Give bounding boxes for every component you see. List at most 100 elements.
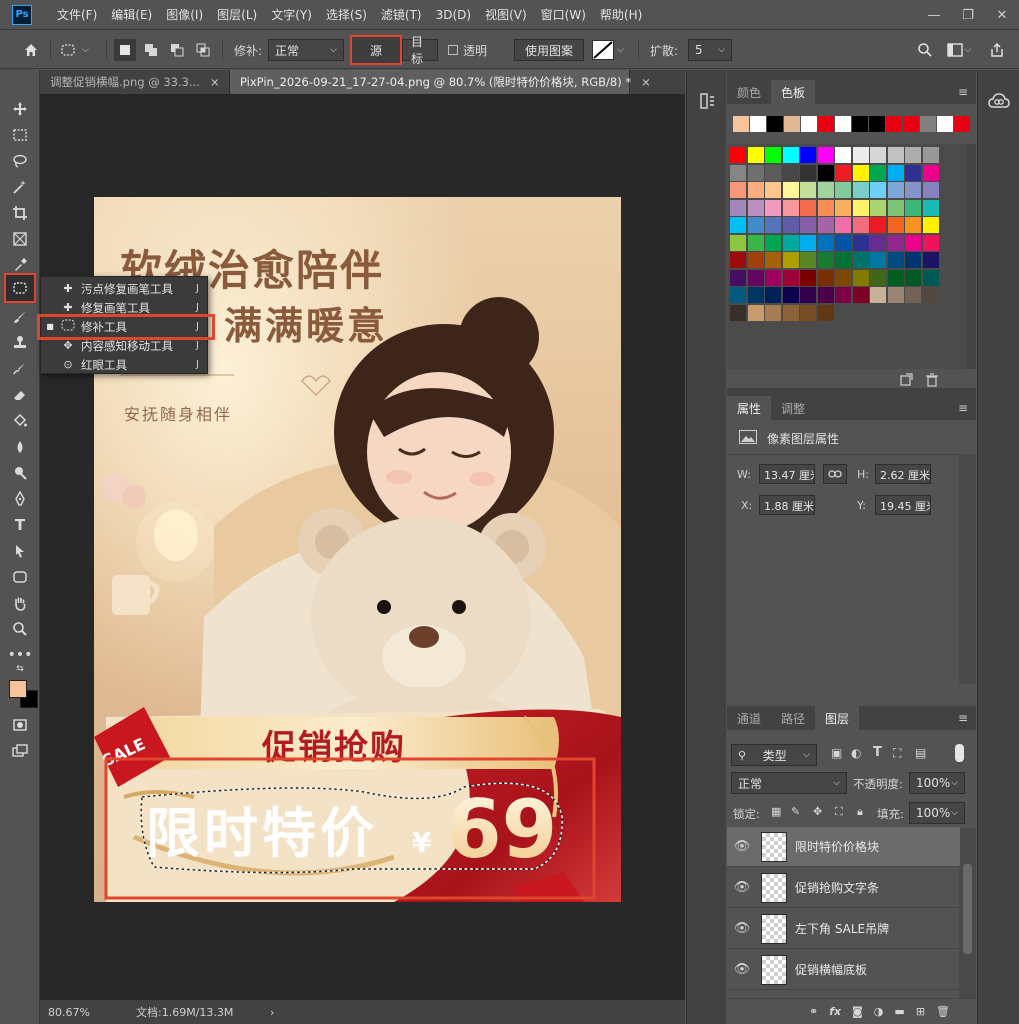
color-swatch[interactable] bbox=[765, 199, 781, 216]
recent-swatch[interactable] bbox=[920, 116, 936, 132]
color-swatch[interactable] bbox=[922, 217, 939, 233]
color-swatch[interactable] bbox=[730, 164, 746, 181]
color-swatch[interactable] bbox=[782, 217, 799, 233]
color-swatch[interactable] bbox=[782, 199, 799, 216]
color-swatch[interactable] bbox=[922, 147, 939, 163]
foreground-color-swatch[interactable] bbox=[9, 680, 27, 698]
color-swatch[interactable] bbox=[747, 164, 764, 181]
color-swatch[interactable] bbox=[800, 304, 816, 321]
color-swatch[interactable] bbox=[782, 304, 799, 321]
color-swatch[interactable] bbox=[782, 164, 799, 181]
color-swatch[interactable] bbox=[765, 164, 781, 181]
color-swatch[interactable] bbox=[852, 199, 869, 216]
color-swatch[interactable] bbox=[870, 252, 886, 268]
brush-tool-icon[interactable] bbox=[8, 306, 32, 328]
color-swatch[interactable] bbox=[817, 164, 834, 181]
color-swatch[interactable] bbox=[922, 199, 939, 216]
color-swatch[interactable] bbox=[817, 147, 834, 163]
recent-swatch[interactable] bbox=[733, 116, 749, 132]
color-swatch[interactable] bbox=[817, 287, 834, 303]
lock-move-icon[interactable]: ✥ bbox=[813, 805, 822, 818]
lasso-tool-icon[interactable] bbox=[8, 150, 32, 172]
color-swatch[interactable] bbox=[730, 234, 746, 251]
patch-mode-select[interactable]: 正常 ⌵ bbox=[268, 39, 344, 61]
history-panel-icon[interactable] bbox=[699, 92, 717, 110]
color-swatch[interactable] bbox=[887, 252, 904, 268]
color-swatch[interactable] bbox=[887, 217, 904, 233]
swatch-scrollbar[interactable] bbox=[967, 144, 976, 369]
color-swatch[interactable] bbox=[765, 147, 781, 163]
properties-scrollbar[interactable] bbox=[959, 454, 976, 684]
color-swatch[interactable] bbox=[905, 217, 921, 233]
eye-icon[interactable]: 👁︎ bbox=[727, 839, 757, 854]
color-swatch[interactable] bbox=[905, 287, 921, 303]
filter-toggle[interactable] bbox=[955, 744, 964, 762]
menu-filter[interactable]: 滤镜(T) bbox=[374, 6, 429, 23]
color-swatch[interactable] bbox=[747, 147, 764, 163]
creative-cloud-icon[interactable] bbox=[988, 92, 1010, 110]
color-swatch[interactable] bbox=[765, 252, 781, 268]
lock-transparency-icon[interactable]: ▦ bbox=[771, 805, 781, 818]
swap-colors-icon[interactable]: ⇆ bbox=[8, 662, 32, 676]
share-icon[interactable] bbox=[986, 39, 1008, 61]
color-swatch[interactable] bbox=[922, 269, 939, 286]
color-swatch[interactable] bbox=[835, 287, 851, 303]
flyout-item-red-eye[interactable]: ⊙ 红眼工具 J bbox=[41, 355, 207, 374]
color-swatch[interactable] bbox=[800, 147, 816, 163]
minimize-icon[interactable]: — bbox=[917, 0, 951, 30]
recent-swatch[interactable] bbox=[750, 116, 766, 132]
color-swatch[interactable] bbox=[835, 234, 851, 251]
color-swatch[interactable] bbox=[870, 234, 886, 251]
color-swatch[interactable] bbox=[870, 287, 886, 303]
tab-paths[interactable]: 路径 bbox=[771, 706, 815, 730]
color-swatch[interactable] bbox=[905, 182, 921, 198]
close-icon[interactable]: × bbox=[641, 75, 651, 89]
color-swatch[interactable] bbox=[887, 269, 904, 286]
color-swatch[interactable] bbox=[747, 269, 764, 286]
color-swatch[interactable] bbox=[800, 164, 816, 181]
color-swatch[interactable] bbox=[852, 182, 869, 198]
color-swatch[interactable] bbox=[747, 182, 764, 198]
color-swatch[interactable] bbox=[852, 234, 869, 251]
color-swatch[interactable] bbox=[800, 234, 816, 251]
recent-swatch[interactable] bbox=[767, 116, 783, 132]
eye-icon[interactable]: 👁︎ bbox=[727, 880, 757, 895]
blur-tool-icon[interactable] bbox=[8, 436, 32, 458]
color-swatch[interactable] bbox=[817, 182, 834, 198]
eraser-icon[interactable] bbox=[8, 384, 32, 406]
color-swatch[interactable] bbox=[782, 182, 799, 198]
color-swatch[interactable] bbox=[835, 252, 851, 268]
close-icon[interactable]: × bbox=[210, 75, 220, 89]
eye-icon[interactable]: 👁︎ bbox=[727, 921, 757, 936]
y-field[interactable]: 19.45 厘米 bbox=[875, 495, 931, 515]
color-swatch[interactable] bbox=[835, 182, 851, 198]
link-layers-icon[interactable]: ⚭ bbox=[809, 1005, 818, 1018]
color-swatch[interactable] bbox=[765, 182, 781, 198]
color-swatch[interactable] bbox=[922, 182, 939, 198]
paint-bucket-icon[interactable] bbox=[8, 410, 32, 432]
use-pattern-button[interactable]: 使用图案 bbox=[514, 39, 584, 61]
color-swatch[interactable] bbox=[800, 199, 816, 216]
intersect-selection-button[interactable] bbox=[192, 39, 214, 61]
color-swatch[interactable] bbox=[817, 252, 834, 268]
menu-layer[interactable]: 图层(L) bbox=[210, 6, 264, 23]
color-swatch[interactable] bbox=[817, 304, 834, 321]
filter-smart-icon[interactable]: ▤ bbox=[915, 746, 926, 760]
color-swatch[interactable] bbox=[870, 182, 886, 198]
new-layer-icon[interactable]: ⊞ bbox=[916, 1005, 925, 1018]
filter-type-icon[interactable]: T bbox=[873, 745, 882, 760]
color-swatch[interactable] bbox=[835, 269, 851, 286]
magic-wand-icon[interactable] bbox=[8, 176, 32, 198]
color-swatch[interactable] bbox=[782, 287, 799, 303]
color-swatch[interactable] bbox=[887, 164, 904, 181]
color-swatch[interactable] bbox=[835, 199, 851, 216]
recent-swatch[interactable] bbox=[886, 116, 902, 132]
color-swatch[interactable] bbox=[852, 164, 869, 181]
color-swatch[interactable] bbox=[747, 304, 764, 321]
color-swatch[interactable] bbox=[905, 164, 921, 181]
color-swatch[interactable] bbox=[730, 252, 746, 268]
color-swatch[interactable] bbox=[730, 199, 746, 216]
width-field[interactable]: 13.47 厘米 bbox=[759, 464, 815, 484]
color-swatch[interactable] bbox=[905, 199, 921, 216]
filter-adjust-icon[interactable]: ◐ bbox=[851, 746, 861, 760]
